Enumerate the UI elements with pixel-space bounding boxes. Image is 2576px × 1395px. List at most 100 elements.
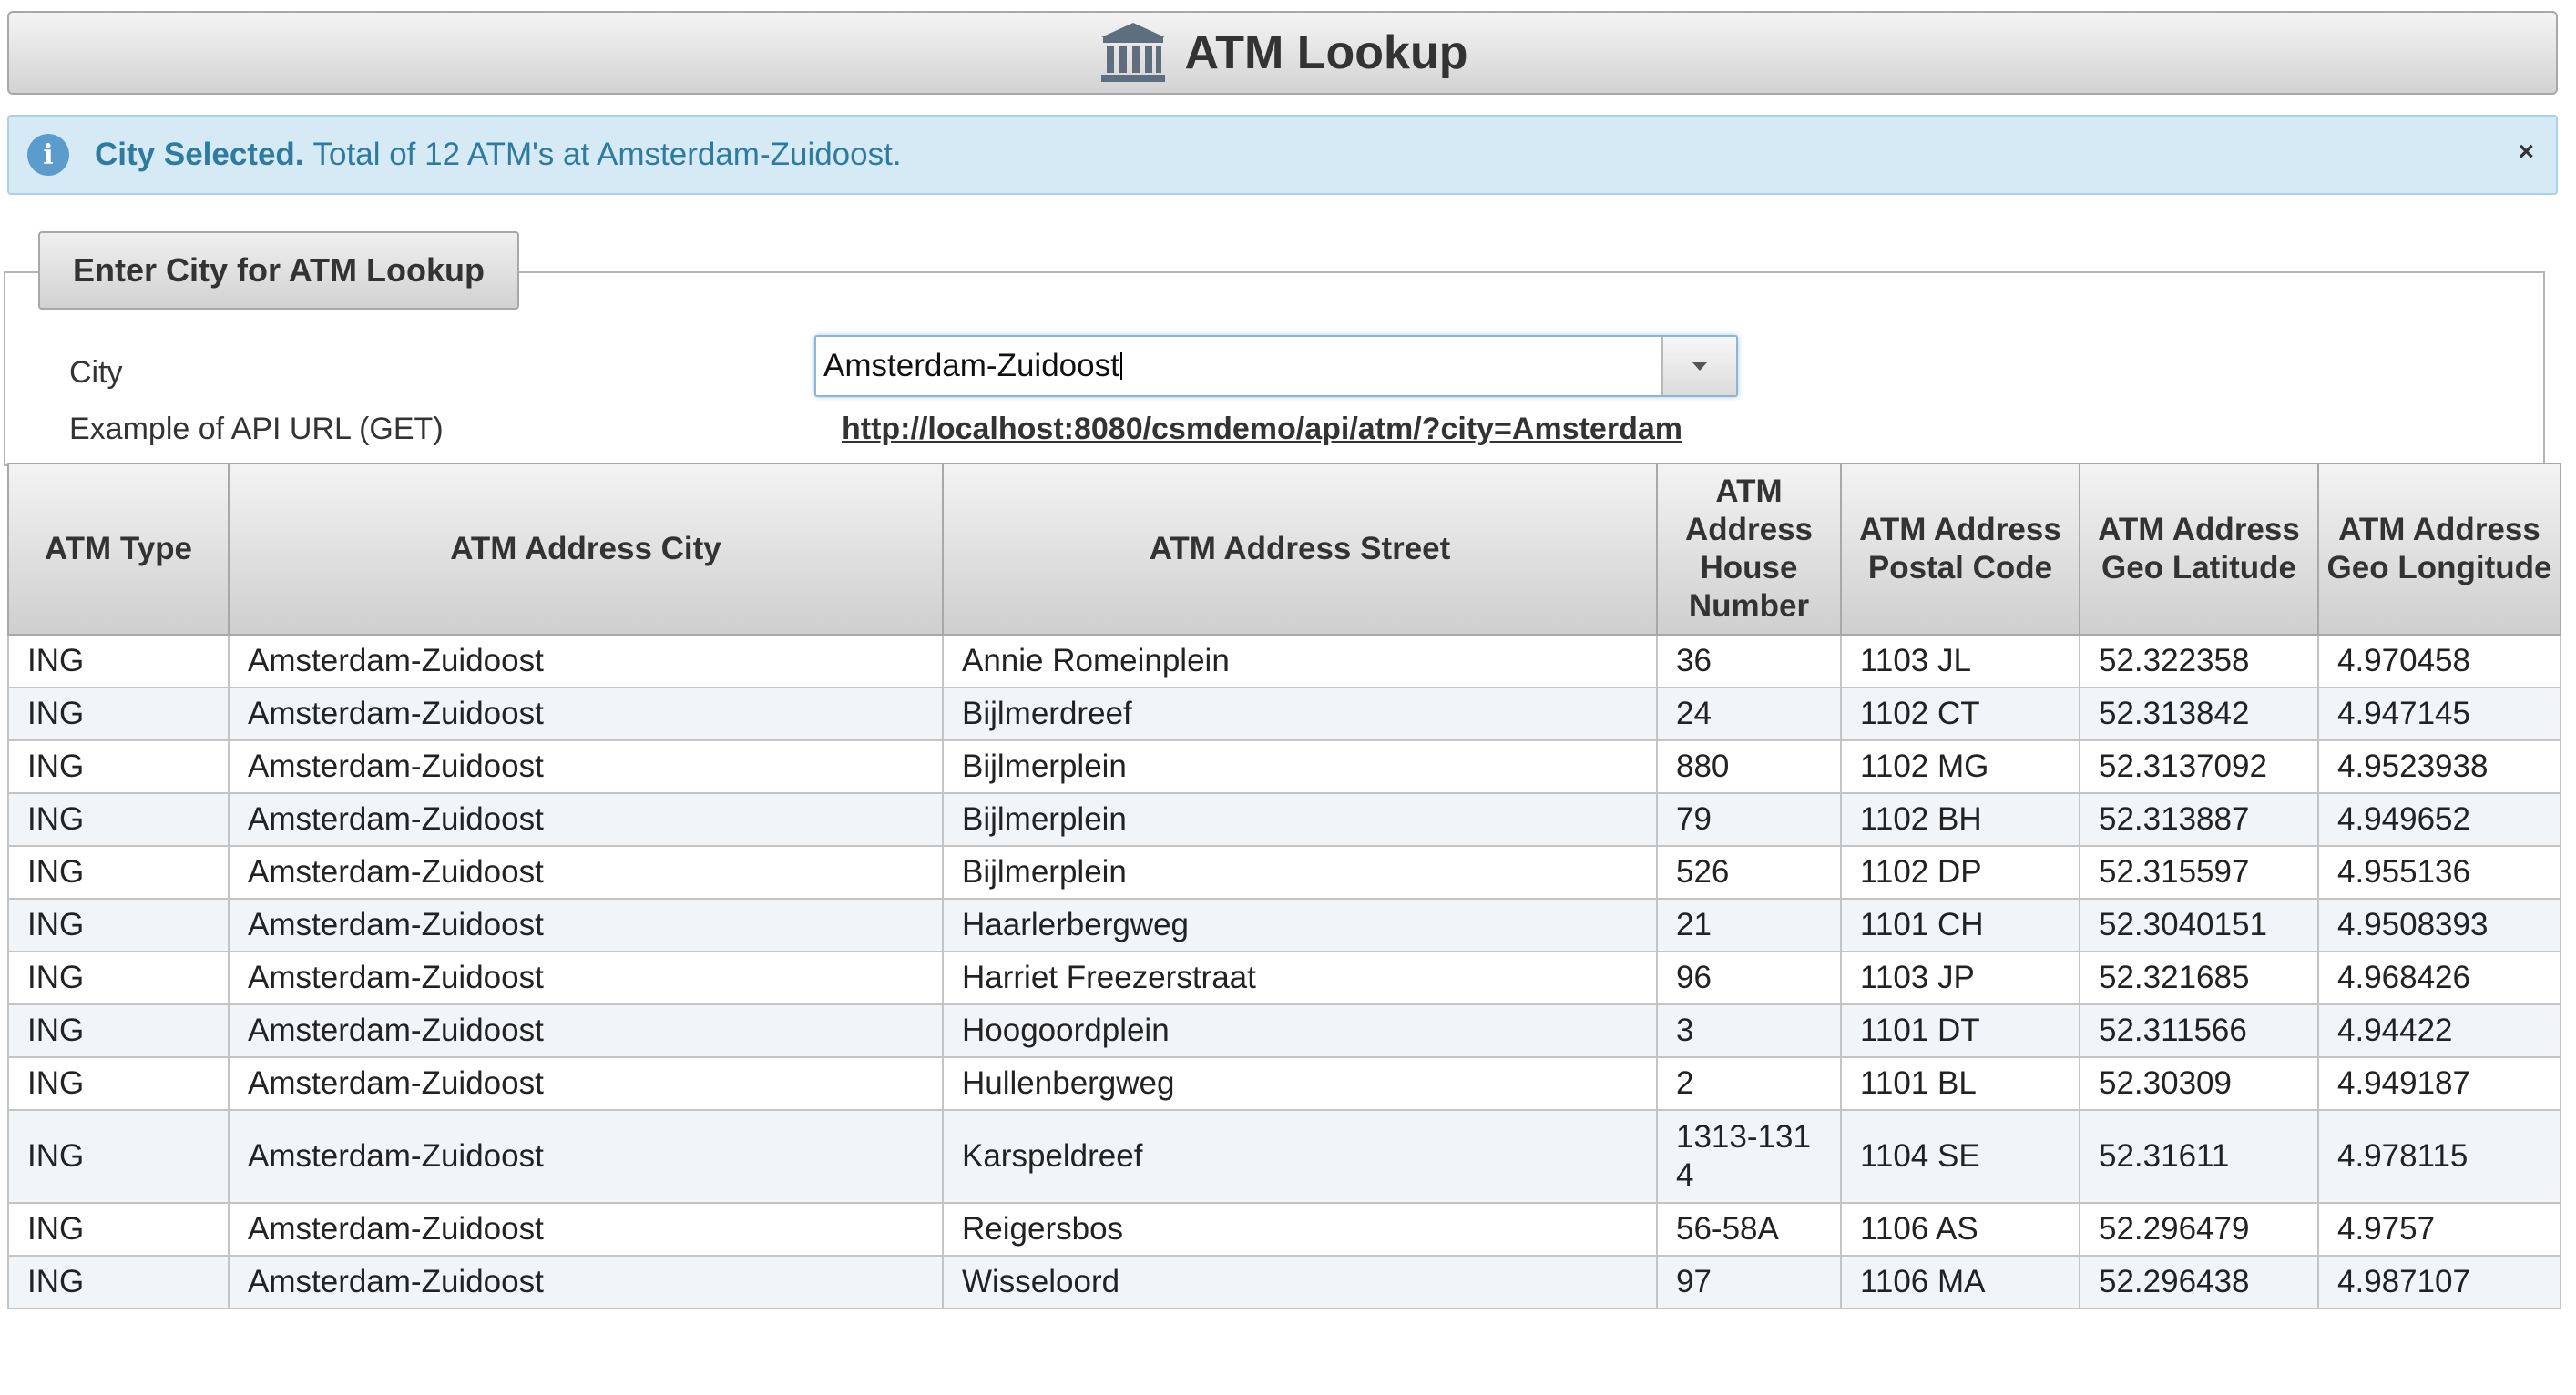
table-cell: Amsterdam-Zuidoost (228, 792, 944, 847)
column-header[interactable]: ATM Address Street (942, 463, 1658, 636)
table-row[interactable]: ING Amsterdam-Zuidoost Reigersbos 56-58A 110… (7, 1202, 2561, 1257)
table-cell: Amsterdam-Zuidoost (228, 1255, 944, 1309)
table-cell: 1102 MG (1840, 739, 2080, 794)
table-cell: ING (7, 1056, 230, 1111)
table-cell: 1101 CH (1840, 898, 2080, 952)
table-cell: Reigersbos (942, 1202, 1658, 1257)
table-cell: 52.313887 (2079, 792, 2319, 847)
table-row[interactable]: ING Amsterdam-Zuidoost Bijlmerplein 880 1102… (7, 739, 2561, 794)
table-cell: ING (7, 634, 230, 688)
message-summary: City Selected. (95, 137, 304, 172)
table-cell: 52.322358 (2079, 634, 2319, 688)
table-cell: 4.949652 (2317, 792, 2561, 847)
table-cell: ING (7, 1255, 230, 1309)
table-cell: 52.321685 (2079, 951, 2319, 1005)
table-cell: Haarlerbergweg (942, 898, 1658, 952)
table-cell: Hullenbergweg (942, 1056, 1658, 1111)
table-cell: 97 (1656, 1255, 1842, 1309)
table-cell: ING (7, 792, 230, 847)
table-row[interactable]: ING Amsterdam-Zuidoost Bijlmerplein 79 1102 … (7, 792, 2561, 847)
table-cell: 4.9757 (2317, 1202, 2561, 1257)
info-message: i City Selected. Total of 12 ATM's at Am… (7, 115, 2558, 195)
table-cell: 36 (1656, 634, 1842, 688)
table-cell: 52.296479 (2079, 1202, 2319, 1257)
table-row[interactable]: ING Amsterdam-Zuidoost Bijlmerplein 526 1102… (7, 845, 2561, 900)
table-cell: 880 (1656, 739, 1842, 794)
column-header[interactable]: ATM Address City (228, 463, 944, 636)
table-cell: 1106 AS (1840, 1202, 2080, 1257)
table-row[interactable]: ING Amsterdam-Zuidoost Harriet Freezerstra… (7, 951, 2561, 1005)
column-header[interactable]: ATM Address House Number (1656, 463, 1842, 636)
text-cursor (1119, 352, 1122, 380)
table-cell: 52.313842 (2079, 687, 2319, 741)
table-cell: Amsterdam-Zuidoost (228, 1202, 944, 1257)
table-cell: ING (7, 687, 230, 741)
column-header[interactable]: ATM Address Geo Latitude (2079, 463, 2319, 636)
table-cell: 1102 BH (1840, 792, 2080, 847)
table-cell: Amsterdam-Zuidoost (228, 1109, 944, 1204)
table-cell: 52.3137092 (2079, 739, 2319, 794)
table-cell: 21 (1656, 898, 1842, 952)
table-cell: 52.315597 (2079, 845, 2319, 900)
table-cell: 1102 DP (1840, 845, 2080, 900)
table-cell: Amsterdam-Zuidoost (228, 739, 944, 794)
table-cell: 4.947145 (2317, 687, 2561, 741)
table-row[interactable]: ING Amsterdam-Zuidoost Hullenbergweg 2 1101 … (7, 1056, 2561, 1111)
close-icon[interactable]: × (2518, 137, 2534, 168)
table-cell: 56-58A (1656, 1202, 1842, 1257)
table-cell: 52.296438 (2079, 1255, 2319, 1309)
table-body: ING Amsterdam-Zuidoost Annie Romeinplein 36… (7, 634, 2561, 1309)
page: ATM Lookup i City Selected. Total of 12 … (7, 11, 2558, 195)
bank-icon (1100, 23, 1165, 82)
table-cell: 1101 DT (1840, 1003, 2080, 1058)
table-cell: 2 (1656, 1056, 1842, 1111)
table-row[interactable]: ING Amsterdam-Zuidoost Karspeldreef 1313-13… (7, 1109, 2561, 1204)
table-cell: 1104 SE (1840, 1109, 2080, 1204)
table-cell: 96 (1656, 951, 1842, 1005)
table-cell: 4.9508393 (2317, 898, 2561, 952)
column-header[interactable]: ATM Address Postal Code (1840, 463, 2080, 636)
table-cell: Karspeldreef (942, 1109, 1658, 1204)
table-cell: Bijlmerplein (942, 792, 1658, 847)
table-cell: 52.3040151 (2079, 898, 2319, 952)
column-header[interactable]: ATM Address Geo Longitude (2317, 463, 2561, 636)
table-row[interactable]: ING Amsterdam-Zuidoost Haarlerbergweg 21 110… (7, 898, 2561, 952)
table-cell: Amsterdam-Zuidoost (228, 1056, 944, 1111)
table-row[interactable]: ING Amsterdam-Zuidoost Bijlmerdreef 24 1102 … (7, 687, 2561, 741)
table-cell: 4.970458 (2317, 634, 2561, 688)
table-cell: 79 (1656, 792, 1842, 847)
table-header-row: ATM Type ATM Address City ATM Address St… (7, 463, 2561, 636)
table-cell: 1103 JP (1840, 951, 2080, 1005)
table-cell: Wisseloord (942, 1255, 1658, 1309)
table-cell: ING (7, 1109, 230, 1204)
table-cell: 1102 CT (1840, 687, 2080, 741)
table-cell: ING (7, 1202, 230, 1257)
table-row[interactable]: ING Amsterdam-Zuidoost Hoogoordplein 3 1101 … (7, 1003, 2561, 1058)
table-cell: 4.955136 (2317, 845, 2561, 900)
table-row[interactable]: ING Amsterdam-Zuidoost Annie Romeinplein 36… (7, 634, 2561, 688)
table-cell: Hoogoordplein (942, 1003, 1658, 1058)
table-cell: 4.94422 (2317, 1003, 2561, 1058)
table-cell: Amsterdam-Zuidoost (228, 634, 944, 688)
dropdown-button[interactable] (1661, 337, 1736, 395)
table-cell: Harriet Freezerstraat (942, 951, 1658, 1005)
table-cell: Amsterdam-Zuidoost (228, 898, 944, 952)
atm-table: ATM Type ATM Address City ATM Address St… (7, 463, 2561, 1309)
api-url-link[interactable]: http://localhost:8080/csmdemo/api/atm/?c… (842, 412, 1682, 447)
table-cell: 526 (1656, 845, 1842, 900)
table-cell: ING (7, 845, 230, 900)
table-cell: Amsterdam-Zuidoost (228, 845, 944, 900)
table-row[interactable]: ING Amsterdam-Zuidoost Wisseloord 97 1106 MA… (7, 1255, 2561, 1309)
table-cell: 52.31611 (2079, 1109, 2319, 1204)
table-cell: 24 (1656, 687, 1842, 741)
city-input[interactable]: Amsterdam-Zuidoost (816, 337, 1661, 395)
column-header[interactable]: ATM Type (7, 463, 230, 636)
table-cell: 4.978115 (2317, 1109, 2561, 1204)
table-cell: 1101 BL (1840, 1056, 2080, 1111)
table-cell: 1106 MA (1840, 1255, 2080, 1309)
page-title: ATM Lookup (1184, 26, 1468, 79)
table-cell: 4.949187 (2317, 1056, 2561, 1111)
table-cell: ING (7, 739, 230, 794)
city-combobox[interactable]: Amsterdam-Zuidoost (814, 335, 1738, 397)
table-cell: 4.9523938 (2317, 739, 2561, 794)
